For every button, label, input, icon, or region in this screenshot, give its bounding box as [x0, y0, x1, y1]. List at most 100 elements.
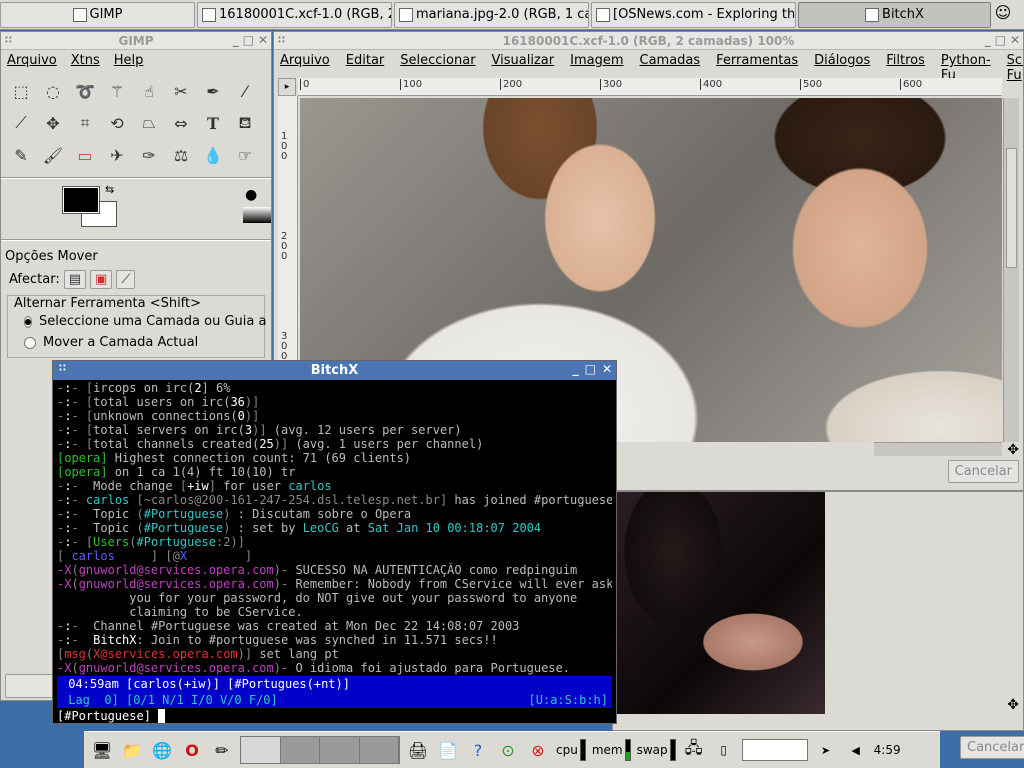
panel-entry[interactable] [741, 739, 808, 761]
swap-meter: swap [637, 739, 676, 761]
network-icon[interactable]: 🖧 [682, 738, 706, 762]
paper-icon[interactable]: 📄 [436, 738, 460, 762]
task-button[interactable]: BitchX [798, 1, 991, 28]
menu-item[interactable]: Xtns [71, 53, 100, 68]
toolbox-titlebar[interactable]: ∷ GIMP _ □ ✕ [1, 32, 271, 50]
menu-item[interactable]: Help [114, 53, 144, 68]
terminal-line: claiming to be CService. [57, 605, 303, 619]
draw-icon[interactable]: ✏ [210, 738, 234, 762]
pencil-icon[interactable]: ✎ [5, 139, 37, 171]
accept-icon[interactable]: ⊙ [496, 738, 520, 762]
scissors-icon[interactable]: ✂ [165, 75, 197, 107]
swap-colors-icon[interactable]: ⇆ [105, 183, 114, 196]
browser-icon[interactable]: 🌐 [150, 738, 174, 762]
blend-icon[interactable]: ▮ [261, 107, 271, 139]
maximize-icon[interactable]: □ [243, 33, 254, 47]
foreground-color-swatch[interactable] [62, 186, 100, 214]
folder-icon[interactable]: 📁 [120, 738, 144, 762]
task-button[interactable]: GIMP [0, 1, 195, 28]
affect-selection-button[interactable]: ▣ [90, 270, 113, 289]
cancel-button[interactable]: Cancelar [947, 460, 1019, 483]
ink-icon[interactable]: ✑ [133, 139, 165, 171]
dodge-burn-icon[interactable]: ● [261, 139, 271, 171]
printer-icon[interactable]: 🖨 [406, 738, 430, 762]
flip-icon[interactable]: ⇔ [165, 107, 197, 139]
radio-dot[interactable] [24, 336, 36, 349]
radio-pick-layer[interactable]: Seleccione uma Camada ou Guia a Mover [8, 311, 271, 332]
affect-path-button[interactable]: ⟋ [116, 270, 136, 289]
ellipse-select-icon[interactable]: ◌ [37, 75, 69, 107]
navigate-icon[interactable]: ✥ [1007, 442, 1019, 458]
bottom-cancel-button[interactable]: Cancelar [960, 736, 1024, 759]
radio-move-current-layer[interactable]: Mover a Camada Actual [8, 332, 264, 353]
smudge-icon[interactable]: ☞ [229, 139, 261, 171]
close-icon[interactable]: ✕ [1010, 33, 1020, 47]
task-button[interactable]: [OSNews.com - Exploring the [591, 1, 796, 28]
ruler-tick-label: 400 [700, 79, 722, 90]
clock[interactable]: 4:59 [874, 743, 901, 757]
ruler-corner-button[interactable]: ▸ [278, 78, 296, 96]
lasso-icon[interactable]: ➰ [69, 75, 101, 107]
user-icon[interactable]: ☺ [993, 3, 1013, 27]
paintbrush-icon[interactable]: 🖌 [37, 139, 69, 171]
workspace-pager[interactable] [240, 736, 400, 764]
terminal-line: -X(gnuworld@services.opera.com)- Remembe… [57, 577, 612, 591]
airbrush-icon[interactable]: ✈ [101, 139, 133, 171]
navigate-icon[interactable]: ✥ [1007, 697, 1019, 713]
move-icon[interactable]: ✥ [37, 107, 69, 139]
text-icon[interactable]: T [197, 107, 229, 139]
radio-dot[interactable] [24, 315, 32, 328]
brush-indicator-icon[interactable]: ● [245, 187, 257, 203]
close-icon[interactable]: ✕ [258, 33, 268, 47]
terminal-output[interactable]: -:- [ircops on irc(2] 6% -:- [total users… [53, 380, 616, 676]
magic-wand-icon[interactable]: ⚚ [101, 75, 133, 107]
horizontal-scrollbar[interactable] [874, 442, 1002, 456]
perspective-icon[interactable]: ⏢ [133, 107, 165, 139]
vertical-scrollbar[interactable] [1003, 98, 1019, 442]
terminal-titlebar[interactable]: ∷ BitchX _ □ ✕ [53, 361, 616, 380]
paths-icon[interactable]: ✒ [197, 75, 229, 107]
terminal-input-line[interactable]: [#Portuguese] [53, 708, 616, 724]
measure-icon[interactable]: ⟋ [5, 107, 37, 139]
blur-icon[interactable]: 💧 [197, 139, 229, 171]
ruler-tick-label: 600 [900, 79, 922, 90]
window-menu-icon[interactable]: ∷ [5, 35, 12, 46]
maximize-icon[interactable]: □ [995, 33, 1006, 47]
second-canvas-photo[interactable] [613, 492, 825, 714]
reject-icon[interactable]: ⊗ [526, 738, 550, 762]
opera-icon[interactable]: O [180, 738, 204, 762]
menu-item[interactable]: Script-Fu [1007, 53, 1023, 83]
second-image-window: ✥ Cancelar [612, 491, 1024, 731]
color-select-icon[interactable]: ☝ [133, 75, 165, 107]
window-menu-icon[interactable]: ∷ [278, 35, 285, 46]
color-picker-icon[interactable]: ⁄ [229, 75, 261, 107]
speaker-icon[interactable]: ◀ [844, 738, 868, 762]
affect-layer-button[interactable]: ▤ [63, 270, 87, 289]
terminal-line: [opera] Highest connection count: 71 (69… [57, 451, 412, 465]
help-icon[interactable]: ? [466, 738, 490, 762]
task-button[interactable]: 16180001C.xcf-1.0 (RGB, 2 ca [197, 1, 392, 28]
menu-item[interactable]: Arquivo [7, 53, 57, 68]
maximize-icon[interactable]: □ [585, 362, 596, 376]
magnify-icon[interactable]: ⚲ [261, 75, 271, 107]
clone-icon[interactable]: ⚖ [165, 139, 197, 171]
image-title: 16180001C.xcf-1.0 (RGB, 2 camadas) 100% [502, 33, 795, 48]
crop-icon[interactable]: ⌗ [69, 107, 101, 139]
rotate-icon[interactable]: ⟲ [101, 107, 133, 139]
task-button[interactable]: mariana.jpg-2.0 (RGB, 1 cama [394, 1, 589, 28]
gradient-indicator[interactable] [243, 207, 271, 223]
rect-select-icon[interactable]: ⬚ [5, 75, 37, 107]
ruler-tick-label: 200 [500, 79, 522, 90]
window-menu-icon[interactable]: ∷ [59, 363, 66, 374]
close-icon[interactable]: ✕ [602, 362, 612, 376]
arrow-icon[interactable]: ➤ [814, 738, 838, 762]
ruler-tick-label: 300 [600, 79, 622, 90]
image-titlebar[interactable]: ∷ 16180001C.xcf-1.0 (RGB, 2 camadas) 100… [274, 32, 1023, 50]
eraser-icon[interactable]: ▭ [69, 139, 101, 171]
computer-icon[interactable]: 🖥 [90, 738, 114, 762]
minimize-icon[interactable]: _ [233, 33, 239, 47]
horizontal-ruler[interactable]: 0 100 200 300 400 500 600 [298, 78, 1002, 96]
minimize-icon[interactable]: _ [985, 33, 991, 47]
bucket-fill-icon[interactable]: ⛾ [229, 107, 261, 139]
minimize-icon[interactable]: _ [573, 362, 579, 376]
